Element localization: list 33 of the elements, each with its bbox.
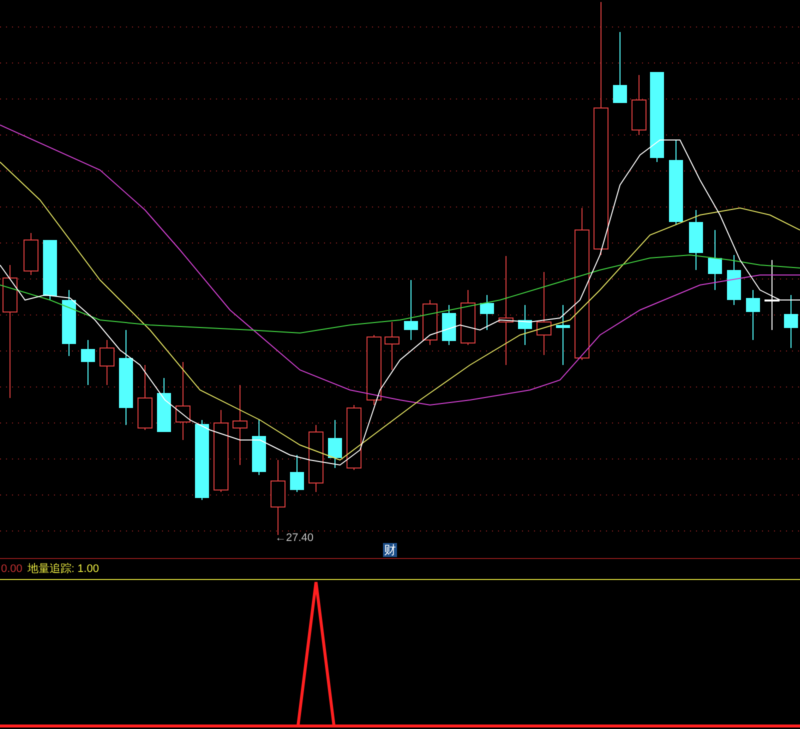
candlestick bbox=[252, 420, 266, 476]
event-badge: 财 bbox=[383, 543, 397, 557]
candlestick bbox=[346, 404, 362, 470]
candlestick bbox=[157, 378, 171, 432]
candlestick bbox=[366, 334, 382, 406]
candlestick bbox=[784, 294, 798, 348]
indicator-scale-value: 0.00 bbox=[1, 562, 22, 577]
candlestick bbox=[727, 254, 741, 306]
indicator-legend: 地量追踪: 1.00 bbox=[27, 560, 99, 578]
candlestick bbox=[689, 210, 703, 270]
candlestick bbox=[613, 32, 627, 104]
candlestick bbox=[632, 74, 646, 136]
candlestick bbox=[384, 322, 400, 370]
candlestick bbox=[328, 420, 342, 468]
candlestick bbox=[308, 424, 324, 492]
candlestick bbox=[138, 364, 152, 430]
candlestick bbox=[290, 454, 304, 492]
candlestick bbox=[62, 290, 76, 356]
candlestick bbox=[556, 304, 570, 366]
candlestick bbox=[442, 304, 456, 346]
candlestick bbox=[24, 232, 38, 276]
candlestick bbox=[746, 290, 760, 340]
candlestick bbox=[422, 300, 438, 346]
candlestick bbox=[460, 290, 476, 346]
candlestick bbox=[764, 260, 780, 330]
low-price-marker: ←27.40 bbox=[275, 531, 314, 545]
candlestick bbox=[100, 340, 114, 386]
candlestick bbox=[708, 230, 722, 290]
candlestick bbox=[404, 280, 418, 340]
candlestick bbox=[81, 340, 95, 386]
candlestick bbox=[480, 294, 494, 330]
candlestick bbox=[518, 304, 532, 346]
candlestick bbox=[43, 240, 57, 300]
